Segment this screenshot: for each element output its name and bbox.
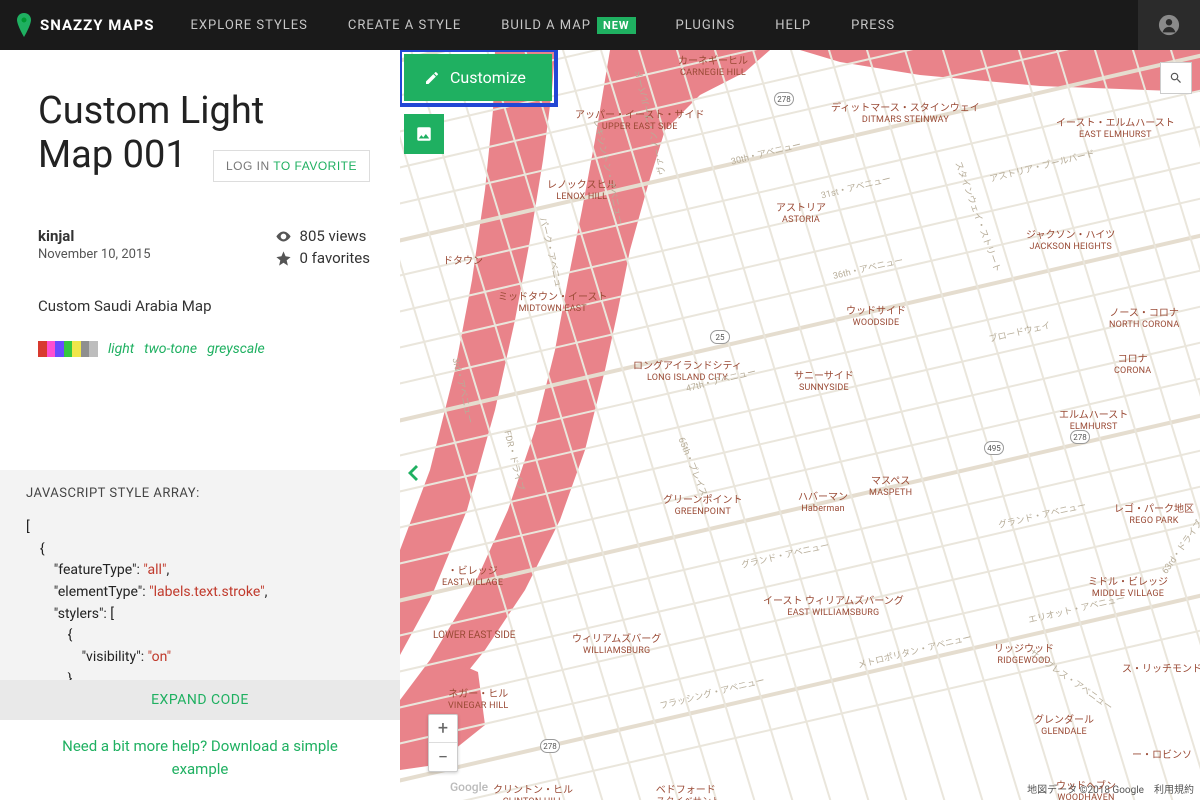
nav-plugins[interactable]: PLUGINS [656,0,756,50]
image-icon [415,125,433,143]
favorites-count: 0 favorites [275,249,370,267]
pin-icon [16,13,32,37]
tag-light[interactable]: light [108,341,134,357]
nav-press[interactable]: PRESS [831,0,915,50]
favorite-button[interactable]: LOG IN TO FAVORITE [213,150,370,182]
code-panel: JAVASCRIPT STYLE ARRAY: [ { "featureType… [0,470,400,680]
poi-label: ベドフォード- スタイベサント [651,785,721,800]
route-shield: 278 [1070,430,1090,444]
nav-help[interactable]: HELP [755,0,831,50]
views-count: 805 views [275,227,370,245]
pencil-icon [424,70,440,86]
poi-label: カーネギーヒルCARNEGIE HILL [678,56,748,78]
zoom-control: + − [428,714,458,772]
style-description: Custom Saudi Arabia Map [38,297,370,315]
poi-label: アストリアASTORIA [776,203,826,225]
poi-label: ネガー・ヒルVINEGAR HILL [448,689,508,711]
color-swatch [38,341,98,357]
poi-label: コロナCORONA [1114,354,1151,376]
route-shield: 25 [710,330,730,344]
tag-two-tone[interactable]: two-tone [144,341,197,357]
poi-label: イースト・エルムハーストEAST ELMHURST [1056,118,1175,140]
top-nav: SNAZZY MAPS EXPLORE STYLES CREATE A STYL… [0,0,1200,50]
nav-explore[interactable]: EXPLORE STYLES [171,0,328,50]
poi-label: ー・ロビンソ [1132,750,1192,762]
star-icon [275,250,292,267]
poi-label: エルムハーストELMHURST [1059,410,1128,432]
map-search-button[interactable] [1160,62,1192,94]
poi-label: ミッドタウン・イーストMIDTOWN EAST [498,292,608,314]
poi-label: マスペスMASPETH [869,476,912,498]
poi-label: ス・リッチモンド・ヒル [1122,664,1200,676]
search-icon [1169,71,1183,85]
image-button[interactable] [404,114,444,154]
route-shield: 495 [984,441,1004,455]
map-viewport[interactable]: Customize + − Google 地図データ ©2018 Google … [400,50,1200,800]
google-watermark: Google [450,780,488,794]
poi-label: ・ビレッジEAST VILLAGE [442,566,503,588]
poi-label: ディットマース・スタインウェイDITMARS STEINWAY [831,103,980,125]
account-button[interactable] [1138,0,1200,50]
poi-label: クリントン・ヒルCLINTON HILL [493,785,573,800]
style-panel: Custom Light Map 001 LOG IN TO FAVORITE … [0,50,400,800]
publish-date: November 10, 2015 [38,247,151,262]
nav-build[interactable]: BUILD A MAP NEW [481,0,655,50]
brand-text: SNAZZY MAPS [40,16,155,34]
expand-code-button[interactable]: EXPAND CODE [0,680,400,720]
author-name[interactable]: kinjal [38,227,151,245]
poi-label: ウィリアムズバーグWILLIAMSBURG [572,634,661,656]
chevron-left-icon [408,465,418,481]
collapse-panel-button[interactable] [408,465,418,485]
poi-label: ウッドサイドWOODSIDE [846,306,906,328]
poi-label: グリーンポイントGREENPOINT [663,495,743,517]
poi-label: ウッドヘブンWOODHAVEN [1056,781,1116,800]
tag-greyscale[interactable]: greyscale [207,341,265,357]
poi-label: グレンダールGLENDALE [1034,715,1094,737]
poi-label: レゴ・パーク地区REGO PARK [1114,504,1194,526]
brand-logo[interactable]: SNAZZY MAPS [0,13,171,37]
poi-label: サニーサイドSUNNYSIDE [794,371,854,393]
route-shield: 278 [540,739,560,753]
poi-label: ノース・コロナNORTH CORONA [1109,308,1179,330]
nav-create[interactable]: CREATE A STYLE [328,0,481,50]
poi-label: ハバーマンHaberman [798,492,848,514]
user-icon [1158,14,1180,36]
poi-label: ジャクソン・ハイツJACKSON HEIGHTS [1026,230,1115,252]
eye-icon [275,228,292,245]
code-header: JAVASCRIPT STYLE ARRAY: [26,486,374,501]
download-example-link[interactable]: Need a bit more help? Download a simple … [0,735,400,780]
customize-button[interactable]: Customize [404,54,552,101]
poi-label: ドタウン [443,256,483,268]
code-content[interactable]: [ { "featureType": "all", "elementType":… [26,517,374,680]
poi-label: LOWER EAST SIDE [433,630,515,642]
route-shield: 278 [774,92,794,106]
zoom-out-button[interactable]: − [429,743,457,771]
zoom-in-button[interactable]: + [429,715,457,743]
poi-label: イースト ウィリアムズバーングEAST WILLIAMSBURG [763,596,904,618]
new-badge: NEW [597,17,636,34]
